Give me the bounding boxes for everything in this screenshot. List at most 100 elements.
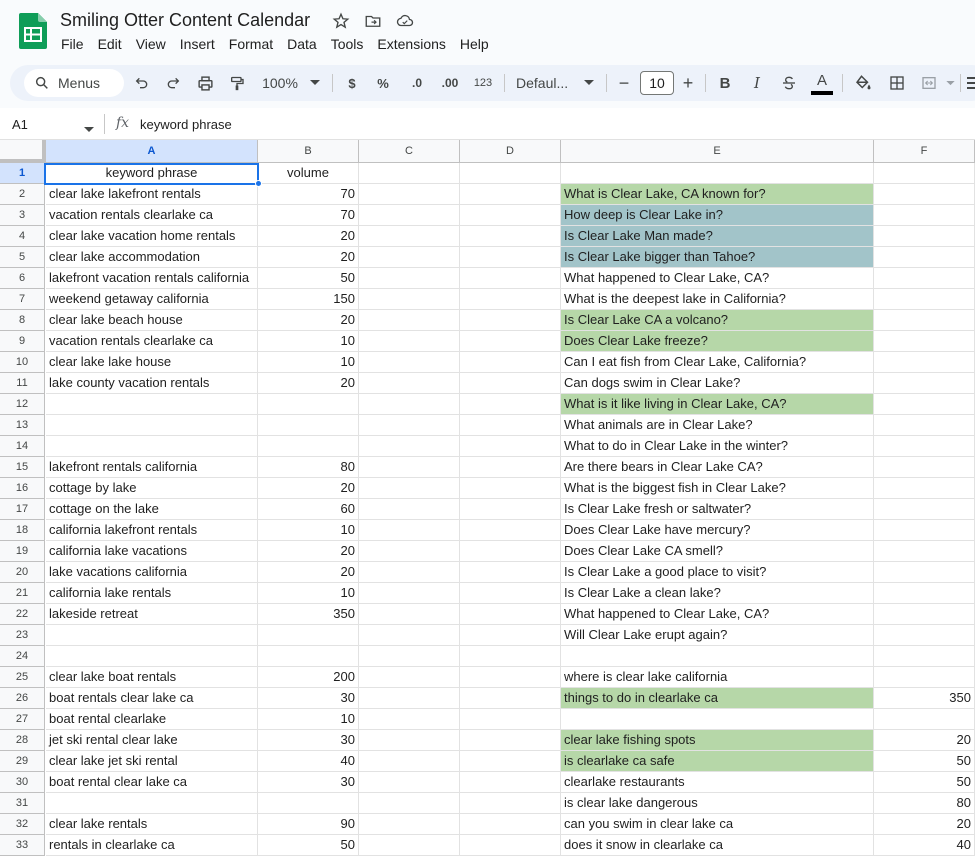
cell-c[interactable] [359, 352, 460, 373]
cell-e[interactable]: What is the biggest fish in Clear Lake? [561, 478, 874, 499]
cell-f[interactable]: 20 [874, 730, 975, 751]
cell-a[interactable]: clear lake rentals [46, 814, 258, 835]
sheets-logo-icon[interactable] [19, 13, 47, 49]
cell-e[interactable] [561, 709, 874, 730]
cell-b[interactable]: 30 [258, 730, 359, 751]
cell-a[interactable]: cottage on the lake [46, 499, 258, 520]
row-header[interactable]: 31 [0, 793, 45, 814]
cell-e[interactable]: What is it like living in Clear Lake, CA… [561, 394, 874, 415]
cell-e[interactable]: clear lake fishing spots [561, 730, 874, 751]
star-icon[interactable] [330, 10, 352, 32]
select-all-corner[interactable] [0, 140, 46, 163]
cell-e[interactable]: What happened to Clear Lake, CA? [561, 268, 874, 289]
cell-a[interactable]: lakeside retreat [46, 604, 258, 625]
cell-f[interactable]: 50 [874, 751, 975, 772]
text-color-button[interactable]: A [810, 65, 834, 101]
cell-c[interactable] [359, 688, 460, 709]
merge-cells-icon[interactable] [918, 65, 940, 101]
cell-c[interactable] [359, 457, 460, 478]
cell-a[interactable]: rentals in clearlake ca [46, 835, 258, 856]
cell-b[interactable]: 10 [258, 520, 359, 541]
cell-b[interactable]: 150 [258, 289, 359, 310]
cell-c[interactable] [359, 625, 460, 646]
cell-b[interactable]: 30 [258, 688, 359, 709]
cell-a[interactable] [46, 625, 258, 646]
formula-input[interactable]: keyword phrase [140, 117, 232, 132]
menu-extensions[interactable]: Extensions [370, 35, 452, 53]
cell-d[interactable] [460, 247, 561, 268]
cell-f[interactable] [874, 499, 975, 520]
cell-b[interactable] [258, 394, 359, 415]
cell-c[interactable] [359, 436, 460, 457]
cell-b[interactable]: 350 [258, 604, 359, 625]
cell-f[interactable] [874, 352, 975, 373]
cell-f[interactable] [874, 457, 975, 478]
cell-e[interactable]: What is Clear Lake, CA known for? [561, 184, 874, 205]
row-header[interactable]: 17 [0, 499, 45, 520]
row-header[interactable]: 9 [0, 331, 45, 352]
cell-f[interactable] [874, 583, 975, 604]
cell-f[interactable] [874, 205, 975, 226]
cell-d[interactable] [460, 667, 561, 688]
cell-b[interactable]: 30 [258, 772, 359, 793]
cell-d[interactable] [460, 604, 561, 625]
row-header[interactable]: 23 [0, 625, 45, 646]
cell-f[interactable]: 350 [874, 688, 975, 709]
redo-icon[interactable] [163, 65, 183, 101]
cell-a[interactable] [46, 793, 258, 814]
cell-b[interactable]: 50 [258, 835, 359, 856]
cell-a[interactable]: boat rentals clear lake ca [46, 688, 258, 709]
cell-c[interactable] [359, 793, 460, 814]
cell-f[interactable] [874, 331, 975, 352]
cell-c[interactable] [359, 604, 460, 625]
cell-d[interactable] [460, 415, 561, 436]
cell-e[interactable]: can you swim in clear lake ca [561, 814, 874, 835]
cell-d[interactable] [460, 184, 561, 205]
cell-e[interactable]: Does Clear Lake freeze? [561, 331, 874, 352]
row-header[interactable]: 11 [0, 373, 45, 394]
row-header[interactable]: 18 [0, 520, 45, 541]
print-icon[interactable] [195, 65, 215, 101]
cell-c[interactable] [359, 541, 460, 562]
cell-a[interactable]: california lake vacations [46, 541, 258, 562]
row-header[interactable]: 7 [0, 289, 45, 310]
cell-f[interactable] [874, 289, 975, 310]
cell-a[interactable]: boat rental clear lake ca [46, 772, 258, 793]
cell-e[interactable]: things to do in clearlake ca [561, 688, 874, 709]
name-box[interactable]: A1 [12, 117, 28, 132]
row-header[interactable]: 26 [0, 688, 45, 709]
column-header-d[interactable]: D [460, 140, 561, 163]
cell-a[interactable]: vacation rentals clearlake ca [46, 205, 258, 226]
cell-e[interactable]: Is Clear Lake bigger than Tahoe? [561, 247, 874, 268]
row-header[interactable]: 10 [0, 352, 45, 373]
cell-b[interactable]: 10 [258, 352, 359, 373]
cell-f[interactable] [874, 373, 975, 394]
cell-b[interactable]: 200 [258, 667, 359, 688]
fill-color-icon[interactable] [852, 65, 874, 101]
cell-e[interactable]: Is Clear Lake a clean lake? [561, 583, 874, 604]
cell-b[interactable]: 20 [258, 310, 359, 331]
cell-a[interactable]: lake county vacation rentals [46, 373, 258, 394]
cell-a[interactable]: lake vacations california [46, 562, 258, 583]
cell-c[interactable] [359, 184, 460, 205]
cell-d[interactable] [460, 163, 561, 184]
italic-button[interactable]: I [748, 65, 766, 101]
row-header[interactable]: 16 [0, 478, 45, 499]
cell-c[interactable] [359, 268, 460, 289]
cell-d[interactable] [460, 520, 561, 541]
cell-a[interactable]: keyword phrase [46, 163, 258, 184]
cell-b[interactable]: 10 [258, 709, 359, 730]
bold-button[interactable]: B [716, 65, 734, 101]
cell-c[interactable] [359, 667, 460, 688]
cell-f[interactable]: 80 [874, 793, 975, 814]
cell-a[interactable] [46, 415, 258, 436]
row-header[interactable]: 3 [0, 205, 45, 226]
column-header-f[interactable]: F [874, 140, 975, 163]
cell-c[interactable] [359, 751, 460, 772]
document-title[interactable]: Smiling Otter Content Calendar [60, 10, 310, 31]
cell-a[interactable]: clear lake vacation home rentals [46, 226, 258, 247]
font-size-input[interactable]: 10 [640, 71, 674, 95]
cell-f[interactable] [874, 646, 975, 667]
menu-format[interactable]: Format [222, 35, 280, 53]
row-header[interactable]: 33 [0, 835, 45, 856]
